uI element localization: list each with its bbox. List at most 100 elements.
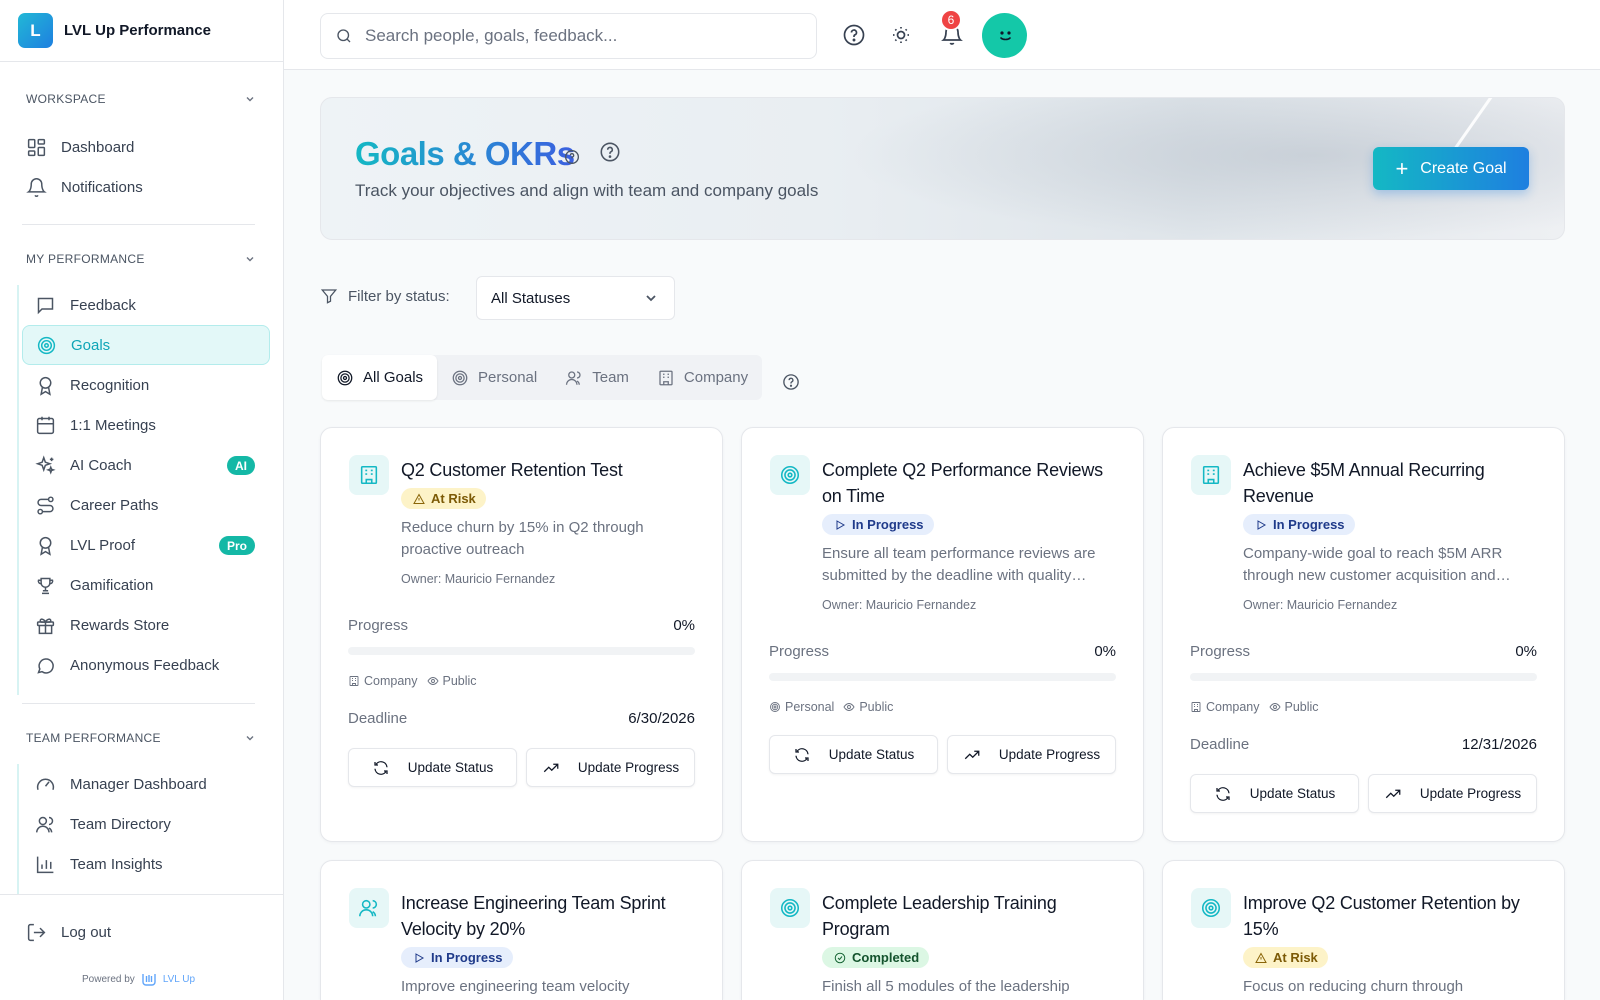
goal-title: Complete Q2 Performance Reviews on Time [822,460,1103,506]
goal-type-icon [1191,455,1231,495]
help-circle-icon[interactable] [564,149,580,165]
tab-all-goals[interactable]: All Goals [322,355,438,400]
trophy-icon [37,577,54,594]
status-text: Completed [852,950,920,965]
status-text: At Risk [1273,950,1318,965]
sidebar-item-rewards-store[interactable]: Rewards Store [0,605,283,645]
tab-personal[interactable]: Personal [437,355,551,400]
goal-card[interactable]: Improve Q2 Customer Retention by 15% At … [1162,860,1565,1000]
chevron-down-icon [246,257,254,262]
visibility-text: Public [1284,700,1319,714]
status-badge: At Risk [401,488,486,509]
goal-meta: Personal Public [769,700,893,714]
sidebar-item-team-insights[interactable]: Team Insights [0,844,283,884]
calendar-icon [36,416,55,434]
progress-label: Progress [348,617,409,634]
chevron-down-icon [246,97,254,102]
smiley-face-icon [1000,31,1011,41]
refresh-icon [374,760,388,775]
scope-text: Personal [785,700,835,714]
sidebar-item-ai-coach[interactable]: AI Coach AI [0,445,283,485]
eye-icon [1268,703,1281,711]
visibility-text: Public [859,700,894,714]
progress-row: Progress 0% [1190,643,1537,660]
sidebar-item-notifications[interactable]: Notifications [0,167,283,207]
goal-description: Company-wide goal to reach $5M ARR throu… [1243,545,1511,584]
sidebar-item-team-directory[interactable]: Team Directory [0,804,283,844]
status-badge: Completed [822,947,930,968]
chevron-down-icon [646,295,656,302]
goal-type-icon [770,455,810,495]
status-filter-select[interactable]: All Statuses [476,276,675,320]
update-progress-button[interactable]: Update Progress [1368,774,1537,813]
sidebar-item-label: Notifications [61,178,143,196]
sidebar-item-meetings[interactable]: 1:1 Meetings [0,405,283,445]
update-progress-button[interactable]: Update Progress [526,748,695,787]
scope-tag: Company [1190,700,1260,714]
update-status-button[interactable]: Update Status [1190,774,1359,813]
my-performance-group: Feedback Goals Recognition 1:1 Meetings … [0,285,283,695]
goal-card[interactable]: Achieve $5M Annual Recurring Revenue In … [1162,427,1565,842]
progress-row: Progress 0% [769,643,1116,660]
tab-team[interactable]: Team [551,355,643,400]
sidebar-item-lvl-proof[interactable]: LVL Proof Pro [0,525,283,565]
sidebar-item-label: Rewards Store [70,616,170,634]
theme-toggle[interactable] [889,23,913,47]
check-circle-icon [834,952,846,963]
tab-company[interactable]: Company [643,355,762,400]
help-button[interactable] [842,23,866,47]
goal-card[interactable]: Increase Engineering Team Sprint Velocit… [320,860,723,1000]
goal-card[interactable]: Complete Q2 Performance Reviews on Time … [741,427,1144,842]
status-filter-value: All Statuses [491,289,571,307]
create-goal-button[interactable]: + Create Goal [1373,147,1529,190]
progress-bar [769,673,1116,681]
sidebar-item-goals[interactable]: Goals [22,325,270,365]
bar-chart-icon [36,856,54,873]
ai-badge: AI [227,456,255,475]
sidebar-item-recognition[interactable]: Recognition [0,365,283,405]
search-box[interactable] [320,13,817,59]
update-status-button[interactable]: Update Status [769,735,938,774]
goal-description: Focus on reducing churn through [1243,978,1464,995]
help-circle-icon[interactable] [599,141,621,163]
sidebar-item-manager-dashboard[interactable]: Manager Dashboard [0,764,283,804]
goal-card[interactable]: Complete Leadership Training Program Com… [741,860,1144,1000]
brand-logo: L [18,13,53,48]
section-workspace[interactable]: WORKSPACE [0,89,283,109]
badge-icon [39,536,52,556]
search-input[interactable] [365,26,785,46]
goal-title: Achieve $5M Annual Recurring Revenue [1243,460,1485,506]
brand[interactable]: L LVL Up Performance [0,0,283,62]
goal-card[interactable]: Q2 Customer Retention Test At Risk Reduc… [320,427,723,842]
logout-button[interactable]: Log out [0,912,283,952]
logout-icon [27,923,46,941]
status-badge: In Progress [1243,514,1355,535]
goal-owner: Owner: Mauricio Fernandez [822,598,977,612]
sidebar-item-dashboard[interactable]: Dashboard [0,127,283,167]
status-badge: In Progress [401,947,513,968]
deadline-row: Deadline 12/31/2026 [1190,736,1537,753]
sidebar-item-label: Team Insights [70,855,163,873]
topbar: 6 [284,0,1600,70]
sidebar-item-anonymous-feedback[interactable]: Anonymous Feedback [0,645,283,685]
update-status-button[interactable]: Update Status [348,748,517,787]
trending-up-icon [543,763,559,772]
avatar[interactable] [982,13,1027,58]
visibility-text: Public [442,674,477,688]
sidebar-item-gamification[interactable]: Gamification [0,565,283,605]
visibility-tag: Public [843,700,893,714]
filter-label: Filter by status: [320,287,450,305]
sidebar-item-career-paths[interactable]: Career Paths [0,485,283,525]
visibility-tag: Public [1268,700,1319,714]
pro-badge: Pro [218,536,255,555]
route-icon [37,495,54,515]
sidebar-item-feedback[interactable]: Feedback [0,285,283,325]
section-my-performance[interactable]: MY PERFORMANCE [0,249,283,269]
update-progress-button[interactable]: Update Progress [947,735,1116,774]
goal-owner: Owner: Mauricio Fernandez [401,572,556,586]
building-icon [349,676,359,686]
plus-icon: + [1395,155,1409,181]
sidebar-item-label: Recognition [70,376,150,394]
section-team-performance[interactable]: TEAM PERFORMANCE [0,728,283,748]
help-circle-icon[interactable] [782,373,800,391]
